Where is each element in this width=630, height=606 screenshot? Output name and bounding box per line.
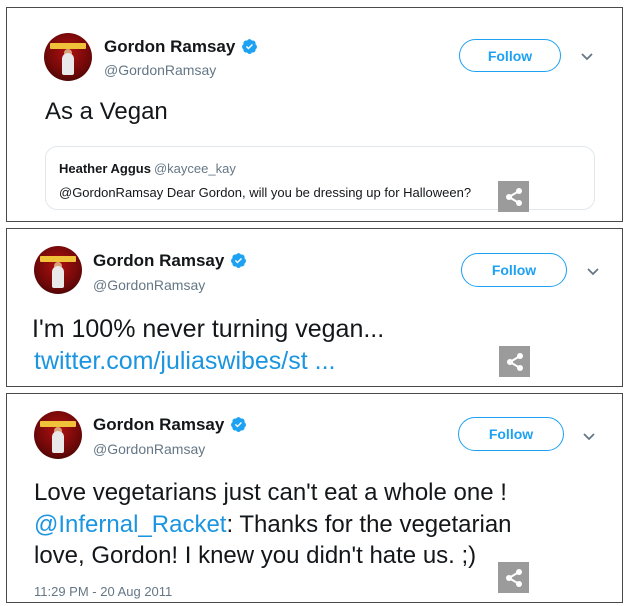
tweet-link[interactable]: twitter.com/juliaswibes/st ... xyxy=(34,347,335,376)
avatar[interactable] xyxy=(34,411,82,459)
author-name[interactable]: Gordon Ramsay xyxy=(104,37,258,57)
share-icon[interactable] xyxy=(498,562,529,593)
quoted-text: @GordonRamsay Dear Gordon, will you be d… xyxy=(59,185,472,200)
tweet-card-2: Gordon Ramsay @GordonRamsay Follow I'm 1… xyxy=(6,228,623,387)
tweet-card-1: Gordon Ramsay @GordonRamsay Follow As a … xyxy=(6,7,623,222)
follow-button[interactable]: Follow xyxy=(459,39,561,72)
author-name[interactable]: Gordon Ramsay xyxy=(93,415,247,435)
tweet-text-line-2: @Infernal_Racket: Thanks for the vegetar… xyxy=(34,511,512,538)
follow-button[interactable]: Follow xyxy=(458,417,564,451)
author-handle[interactable]: @GordonRamsay xyxy=(93,277,205,293)
author-name[interactable]: Gordon Ramsay xyxy=(93,251,247,271)
follow-button[interactable]: Follow xyxy=(461,253,567,287)
tweet-timestamp[interactable]: 11:29 PM - 20 Aug 2011 xyxy=(34,584,172,599)
quoted-author: Heather Aggus @kaycee_kay xyxy=(59,161,236,176)
share-icon[interactable] xyxy=(499,346,530,377)
author-handle[interactable]: @GordonRamsay xyxy=(93,441,205,457)
author-handle[interactable]: @GordonRamsay xyxy=(104,62,216,78)
chevron-down-icon[interactable] xyxy=(582,432,596,442)
quoted-handle: @kaycee_kay xyxy=(153,161,236,176)
tweet-text-line-1: Love vegetarians just can't eat a whole … xyxy=(34,479,507,506)
mention-link[interactable]: @Infernal_Racket xyxy=(34,511,226,538)
chevron-down-icon[interactable] xyxy=(580,52,594,62)
verified-badge-icon xyxy=(242,39,258,54)
chevron-down-icon[interactable] xyxy=(586,267,600,277)
tweet-text: I'm 100% never turning vegan... xyxy=(32,315,385,343)
avatar[interactable] xyxy=(34,246,82,294)
share-icon[interactable] xyxy=(498,181,529,212)
avatar[interactable] xyxy=(44,33,92,81)
verified-badge-icon xyxy=(231,417,247,432)
verified-badge-icon xyxy=(231,253,247,268)
tweet-text: As a Vegan xyxy=(45,98,168,125)
tweet-text-line-3: love, Gordon! I knew you didn't hate us.… xyxy=(34,542,477,569)
tweet-card-3: Gordon Ramsay @GordonRamsay Follow Love … xyxy=(6,393,623,603)
